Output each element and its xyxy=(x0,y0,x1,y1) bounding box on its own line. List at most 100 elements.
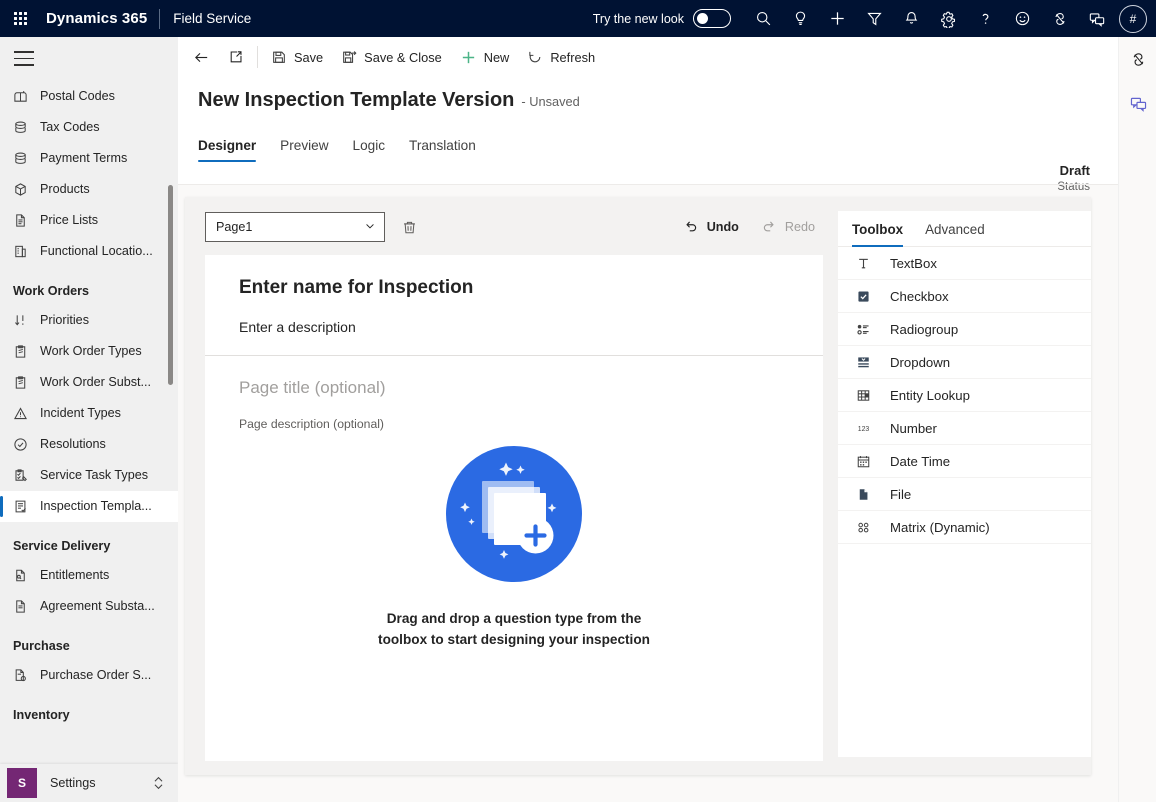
sidebar-item-service-task-types[interactable]: Service Task Types xyxy=(0,460,178,491)
sidebar-item-incident-types[interactable]: Incident Types xyxy=(0,398,178,429)
app-name[interactable]: Field Service xyxy=(160,11,251,26)
search-icon[interactable] xyxy=(745,0,782,37)
copilot-icon[interactable] xyxy=(1041,0,1078,37)
save-label: Save xyxy=(294,49,324,65)
sidebar-item-label: Service Task Types xyxy=(40,468,149,483)
avatar[interactable]: # xyxy=(1119,4,1147,33)
new-button[interactable]: New xyxy=(451,41,519,73)
page-title-input[interactable]: Page title (optional) xyxy=(239,378,789,398)
page-description-input[interactable]: Page description (optional) xyxy=(239,417,789,431)
app-launcher-icon[interactable] xyxy=(0,0,40,37)
feedback-icon[interactable] xyxy=(1119,81,1156,125)
toolbox-item-label: TextBox xyxy=(890,255,937,271)
lightbulb-icon[interactable] xyxy=(782,0,819,37)
sidebar-item-agreement-substatuses[interactable]: Agreement Substa... xyxy=(0,591,178,622)
refresh-button[interactable]: Refresh xyxy=(518,41,604,73)
redo-button[interactable]: Redo xyxy=(761,218,815,237)
sidebar-item-resolutions[interactable]: Resolutions xyxy=(0,429,178,460)
database-icon xyxy=(12,119,29,136)
undo-button[interactable]: Undo xyxy=(683,218,739,237)
sidebar-item-products[interactable]: Products xyxy=(0,174,178,205)
sidebar-item-label: Work Order Types xyxy=(40,344,142,359)
task-icon xyxy=(12,467,29,484)
sidebar-item-payment-terms[interactable]: Payment Terms xyxy=(0,143,178,174)
toolbox-item-label: Date Time xyxy=(890,453,951,469)
document-icon xyxy=(12,598,29,615)
page-select[interactable]: Page1 xyxy=(205,212,385,242)
new-look-toggle[interactable] xyxy=(693,9,731,28)
save-close-icon xyxy=(341,49,357,65)
sort-icon xyxy=(12,312,29,329)
tab-translation[interactable]: Translation xyxy=(409,138,476,162)
try-new-look-control[interactable]: Try the new look xyxy=(593,9,731,28)
command-separator xyxy=(257,46,258,68)
toolbox-item-radiogroup[interactable]: Radiogroup xyxy=(838,313,1091,346)
status-value: Draft xyxy=(1059,163,1090,178)
toolbox-item-entity-lookup[interactable]: Entity Lookup xyxy=(838,379,1091,412)
save-and-close-label: Save & Close xyxy=(364,49,442,65)
sidebar-group-purchase: Purchase xyxy=(13,638,70,653)
help-icon[interactable] xyxy=(967,0,1004,37)
brand-title[interactable]: Dynamics 365 xyxy=(40,10,159,27)
undo-label: Undo xyxy=(706,220,739,234)
toolbox-item-checkbox[interactable]: Checkbox xyxy=(838,280,1091,313)
page-select-value: Page1 xyxy=(216,220,253,234)
sidebar-item-work-order-types[interactable]: Work Order Types xyxy=(0,336,178,367)
tab-preview[interactable]: Preview xyxy=(280,138,328,162)
toolbox-item-dropdown[interactable]: Dropdown xyxy=(838,346,1091,379)
smiley-icon[interactable] xyxy=(1004,0,1041,37)
bell-icon[interactable] xyxy=(893,0,930,37)
sidebar-scrollbar[interactable] xyxy=(168,185,173,385)
sidebar-item-postal-codes[interactable]: Postal Codes xyxy=(0,81,178,112)
save-and-close-button[interactable]: Save & Close xyxy=(332,41,451,73)
tab-designer[interactable]: Designer xyxy=(198,138,257,162)
inspection-name-input[interactable]: Enter name for Inspection xyxy=(239,277,789,299)
sidebar-item-purchase-order-substatuses[interactable]: Purchase Order S... xyxy=(0,660,178,691)
plus-icon[interactable] xyxy=(819,0,856,37)
sidebar-item-label: Resolutions xyxy=(40,437,106,452)
toolbox-item-matrix-dynamic[interactable]: Matrix (Dynamic) xyxy=(838,511,1091,544)
filter-icon[interactable] xyxy=(856,0,893,37)
plus-icon xyxy=(460,49,477,66)
inspection-description-input[interactable]: Enter a description xyxy=(239,319,789,335)
gear-icon[interactable] xyxy=(930,0,967,37)
settings-badge: S xyxy=(7,768,37,798)
entitlement-icon xyxy=(12,567,29,584)
toolbox-item-file[interactable]: File xyxy=(838,478,1091,511)
toolbox-item-textbox[interactable]: TextBox xyxy=(838,247,1091,280)
settings-label: Settings xyxy=(50,776,96,790)
sidebar-item-label: Entitlements xyxy=(40,568,110,583)
sidebar-item-label: Agreement Substa... xyxy=(40,599,155,614)
left-sidebar: Postal Codes Tax Codes Payment Terms Pro… xyxy=(0,37,178,802)
sidebar-item-price-lists[interactable]: Price Lists xyxy=(0,205,178,236)
sidebar-group-service-delivery: Service Delivery xyxy=(13,538,111,553)
tab-logic[interactable]: Logic xyxy=(353,138,386,162)
form-header: New Inspection Template Version - Unsave… xyxy=(178,77,1118,193)
sidebar-item-label: Postal Codes xyxy=(40,89,115,104)
sidebar-item-label: Products xyxy=(40,182,90,197)
toolbox-item-number[interactable]: 123 Number xyxy=(838,412,1091,445)
delete-page-button[interactable] xyxy=(401,219,418,236)
tab-toolbox[interactable]: Toolbox xyxy=(852,222,904,247)
sidebar-item-inspection-templates[interactable]: Inspection Templa... xyxy=(0,490,178,522)
tab-advanced[interactable]: Advanced xyxy=(925,222,985,246)
feedback-icon[interactable] xyxy=(1078,0,1115,37)
sidebar-item-label: Tax Codes xyxy=(40,120,100,135)
toolbox-item-date-time[interactable]: Date Time xyxy=(838,445,1091,478)
save-button[interactable]: Save xyxy=(262,41,332,73)
sidebar-item-priorities[interactable]: Priorities xyxy=(0,305,178,336)
back-button[interactable] xyxy=(184,41,219,73)
designer-layout: Page1 Undo Redo Enter name for Inspectio… xyxy=(185,197,1091,775)
page-title: New Inspection Template Version xyxy=(198,89,515,111)
pop-out-button[interactable] xyxy=(219,41,253,73)
sidebar-item-functional-locations[interactable]: Functional Locatio... xyxy=(0,236,178,267)
hamburger-icon[interactable] xyxy=(0,37,178,81)
sidebar-item-entitlements[interactable]: Entitlements xyxy=(0,560,178,591)
toolbox-item-label: Number xyxy=(890,420,937,436)
settings-area-switcher[interactable]: S Settings xyxy=(0,764,178,802)
copilot-icon[interactable] xyxy=(1119,37,1156,81)
sidebar-item-work-order-substatuses[interactable]: Work Order Subst... xyxy=(0,367,178,398)
form-title-row: New Inspection Template Version - Unsave… xyxy=(198,89,1098,112)
inspection-canvas[interactable]: Enter name for Inspection Enter a descri… xyxy=(205,255,823,761)
sidebar-item-tax-codes[interactable]: Tax Codes xyxy=(0,112,178,143)
